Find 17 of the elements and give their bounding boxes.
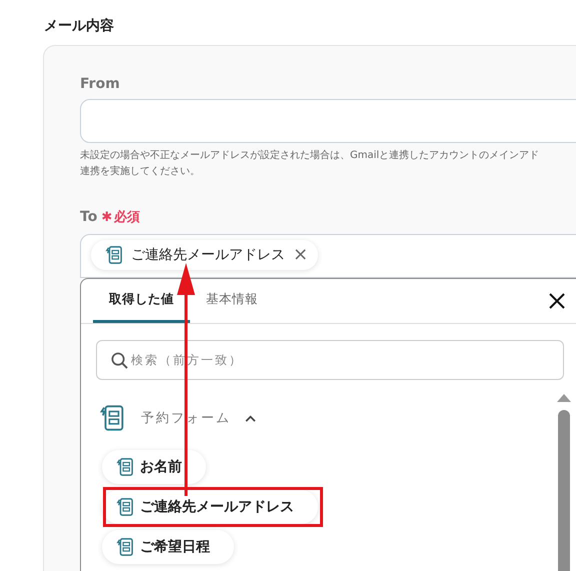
variable-item[interactable]: お名前 bbox=[102, 450, 206, 484]
required-label: 必須 bbox=[114, 208, 140, 226]
help-text: 連携を実施してください。 bbox=[80, 164, 200, 179]
to-label: To bbox=[80, 209, 98, 225]
required-mark: ✱ bbox=[101, 210, 112, 225]
section-title: メール内容 bbox=[44, 17, 114, 35]
remove-button[interactable]: × bbox=[293, 246, 308, 264]
search-field[interactable]: 検索（前方一致） bbox=[96, 340, 564, 380]
variable-chip[interactable]: ご連絡先メールアドレス × bbox=[91, 240, 318, 270]
group-label[interactable]: 予約フォーム bbox=[141, 409, 231, 427]
variable-item[interactable]: ご連絡先メールアドレス bbox=[102, 490, 318, 524]
variable-item[interactable]: ご希望日程 bbox=[102, 530, 234, 564]
from-label: From bbox=[80, 76, 121, 92]
help-text: 未設定の場合や不正なメールアドレスが設定された場合は、Gmailと連携したアカウントのメインアド bbox=[80, 148, 540, 163]
chip-label: ご連絡先メールアドレス bbox=[131, 246, 285, 264]
tab[interactable]: 基本情報 bbox=[190, 279, 274, 323]
to-input-field[interactable]: ご連絡先メールアドレス × bbox=[80, 234, 576, 278]
